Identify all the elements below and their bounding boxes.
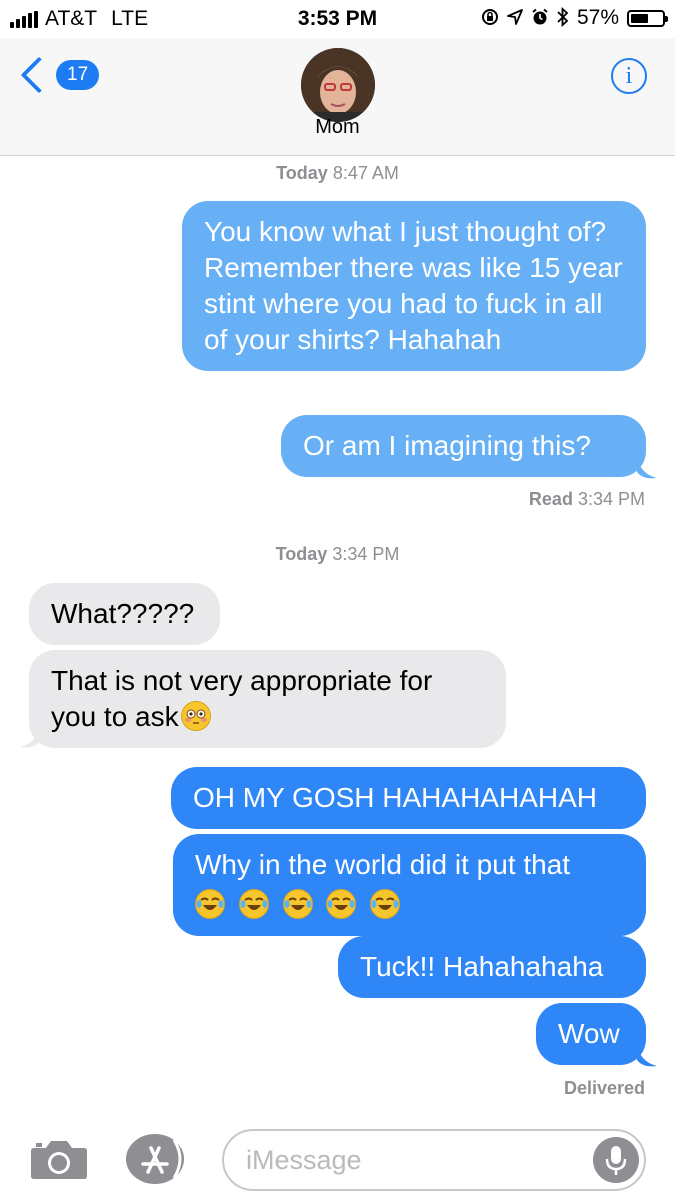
app-store-icon[interactable] [126, 1134, 184, 1184]
timestamp-day: Today [275, 544, 328, 564]
read-label: Read [528, 489, 573, 509]
chevron-left-icon [20, 56, 58, 94]
conversation-header: 17 Mom i [0, 38, 675, 156]
read-time: 3:34 PM [577, 489, 645, 509]
sent-message-bubble[interactable]: Wow [536, 1003, 646, 1065]
info-icon[interactable]: i [611, 58, 647, 94]
microphone-icon[interactable] [593, 1137, 639, 1183]
timestamp-time: 3:34 PM [332, 544, 400, 564]
read-receipt: Read 3:34 PM [529, 489, 645, 510]
message-input[interactable]: iMessage [222, 1129, 646, 1191]
tears-of-joy-emoji [370, 889, 401, 919]
timestamp-day: Today [276, 163, 328, 183]
avatar[interactable] [301, 48, 375, 122]
back-button[interactable]: 17 [20, 56, 100, 94]
message-text: Tuck!! Hahahahaha [360, 951, 604, 982]
received-message-bubble[interactable]: That is not very appropriate for you to … [29, 650, 506, 748]
received-message-bubble[interactable]: What????? [29, 583, 220, 645]
timestamp: Today 8:47 AM [0, 163, 675, 184]
contact-name[interactable]: Mom [0, 116, 675, 139]
tears-of-joy-emoji [195, 889, 225, 919]
sent-message-bubble[interactable]: Or am I imagining this? [281, 415, 646, 477]
orientation-lock-icon [481, 8, 499, 29]
timestamp: Today 3:34 PM [0, 544, 675, 565]
battery-icon [627, 9, 668, 27]
alarm-icon [531, 8, 549, 29]
camera-icon[interactable] [30, 1138, 88, 1180]
tears-of-joy-emoji [326, 889, 357, 919]
message-text: Or am I imagining this? [303, 430, 591, 461]
flushed-face-emoji [180, 701, 211, 731]
sent-message-bubble[interactable]: Why in the world did it put that [173, 834, 646, 936]
bubble-tail [637, 458, 657, 479]
location-icon [507, 8, 523, 28]
message-text: You know what I just thought of? Remembe… [204, 216, 623, 355]
status-bar: AT&T LTE 3:53 PM 57% [0, 0, 675, 38]
message-text: OH MY GOSH HAHAHAHAHAH [193, 782, 597, 813]
sent-message-bubble[interactable]: Tuck!! Hahahahaha [338, 936, 646, 998]
delivered-receipt: Delivered [563, 1078, 645, 1098]
message-input-placeholder: iMessage [246, 1145, 362, 1175]
bubble-tail [637, 1046, 657, 1067]
emoji-row [195, 887, 624, 923]
sent-message-bubble[interactable]: OH MY GOSH HAHAHAHAHAH [171, 767, 646, 829]
sent-message-bubble[interactable]: You know what I just thought of? Remembe… [182, 201, 646, 371]
tears-of-joy-emoji [282, 889, 313, 919]
timestamp-time: 8:47 AM [332, 163, 399, 183]
unread-count-badge: 17 [56, 60, 100, 90]
message-text: That is not very appropriate for you to … [51, 665, 433, 732]
message-text: Why in the world did it put that [195, 849, 571, 880]
battery-percent: 57% [576, 6, 619, 29]
message-text: Wow [558, 1018, 620, 1049]
bluetooth-icon [557, 6, 569, 30]
compose-bar: iMessage [0, 1118, 675, 1200]
tears-of-joy-emoji [238, 889, 269, 919]
bubble-tail [20, 727, 40, 748]
message-text: What????? [51, 598, 195, 629]
